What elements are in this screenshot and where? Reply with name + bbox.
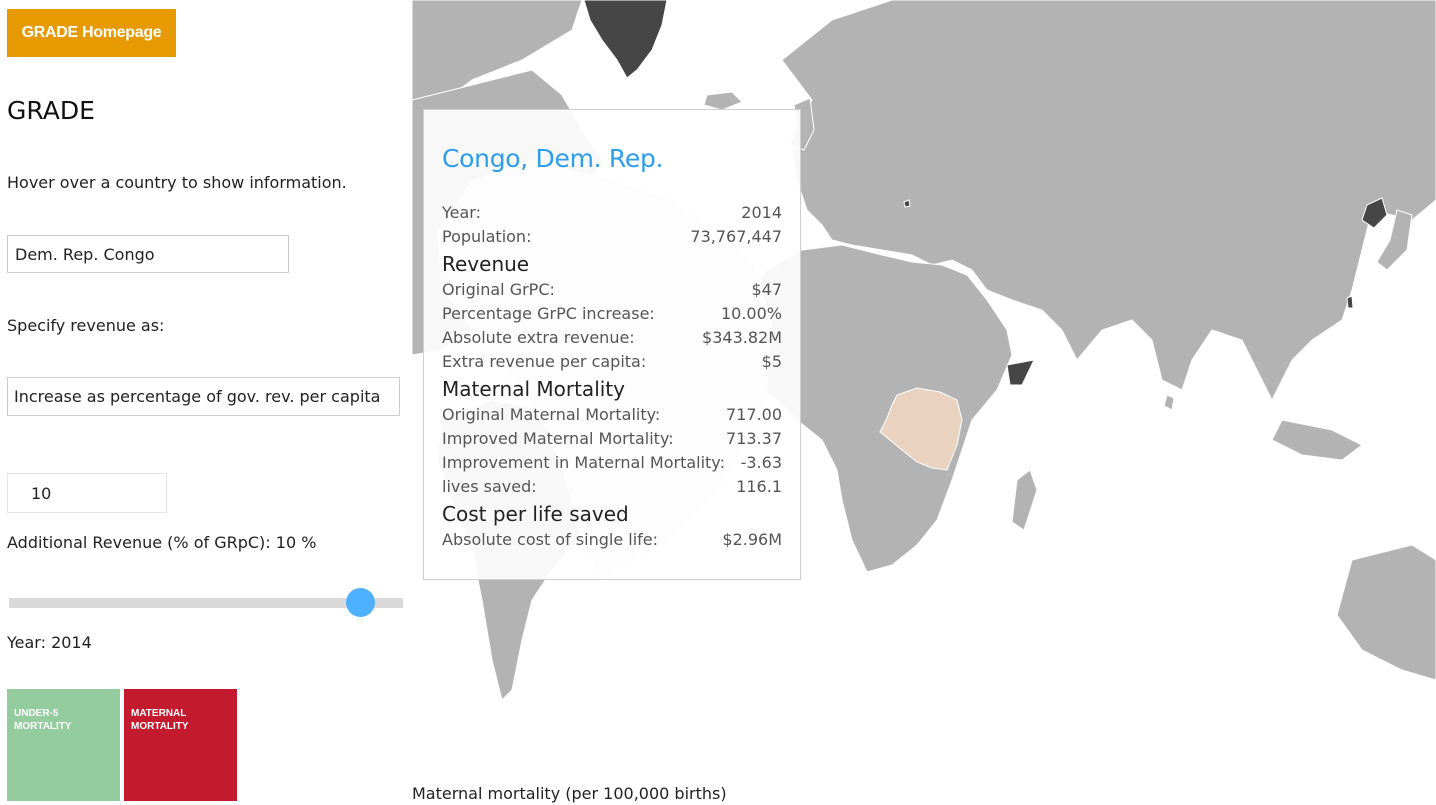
country-info-tooltip: Congo, Dem. Rep. Year: 2014 Population: …: [423, 109, 801, 580]
tooltip-row-value: 116.1: [736, 477, 782, 496]
tooltip-row-population: Population: 73,767,447: [442, 225, 782, 249]
page-title: GRADE: [7, 96, 95, 125]
grade-homepage-button[interactable]: GRADE Homepage: [7, 9, 176, 57]
maternal-mortality-tile[interactable]: MATERNAL MORTALITY: [124, 689, 237, 801]
tile-label-line: MATERNAL: [131, 708, 187, 719]
tooltip-country-title: Congo, Dem. Rep.: [442, 144, 664, 173]
tooltip-row-label: Year:: [442, 203, 481, 222]
tooltip-section-cost-per-life: Cost per life saved: [442, 502, 629, 526]
revenue-slider-track[interactable]: [9, 598, 403, 608]
country-iceland: [703, 91, 743, 111]
revenue-slider-thumb[interactable]: [346, 588, 375, 617]
country-indonesia: [1271, 419, 1363, 461]
tooltip-row-value: -3.63: [740, 453, 782, 472]
tile-label-line: UNDER-5: [14, 708, 59, 719]
year-label: Year: 2014: [7, 633, 92, 652]
tooltip-row-label: Extra revenue per capita:: [442, 352, 647, 371]
revenue-type-selected-value: Increase as percentage of gov. rev. per …: [14, 387, 381, 406]
tooltip-row-original-mortality: Original Maternal Mortality: 717.00: [442, 403, 782, 427]
tooltip-section-revenue: Revenue: [442, 252, 530, 276]
under5-mortality-tile[interactable]: UNDER-5 MORTALITY: [7, 689, 120, 801]
tooltip-row-value: 10.00%: [720, 304, 782, 323]
tooltip-row-label: Population:: [442, 227, 532, 246]
tooltip-row-label: Original GrPC:: [442, 280, 555, 299]
tooltip-row-year: Year: 2014: [442, 201, 782, 225]
tooltip-row-label: Absolute extra revenue:: [442, 328, 635, 347]
additional-revenue-label: Additional Revenue (% of GRpC): 10 %: [7, 533, 317, 552]
tooltip-row-label: Original Maternal Mortality:: [442, 405, 661, 424]
tooltip-row-label: Absolute cost of single life:: [442, 530, 659, 549]
tooltip-row-value: $343.82M: [702, 328, 782, 347]
tooltip-row-value: $47: [751, 280, 782, 299]
tooltip-row-value: 717.00: [726, 405, 782, 424]
tile-label-line: MORTALITY: [14, 721, 72, 732]
revenue-type-label: Specify revenue as:: [7, 316, 165, 335]
tooltip-row-value: $5: [761, 352, 782, 371]
tooltip-row-label: lives saved:: [442, 477, 537, 496]
tooltip-row-extra-revenue-per-capita: Extra revenue per capita: $5: [442, 350, 782, 374]
tooltip-section-maternal-mortality: Maternal Mortality: [442, 377, 625, 401]
tooltip-row-label: Percentage GrPC increase:: [442, 304, 655, 323]
tooltip-row-value: $2.96M: [722, 530, 782, 549]
tooltip-row-percentage-increase: Percentage GrPC increase: 10.00%: [442, 302, 782, 326]
revenue-type-select[interactable]: Increase as percentage of gov. rev. per …: [7, 377, 400, 416]
tooltip-row-improved-mortality: Improved Maternal Mortality: 713.37: [442, 427, 782, 451]
country-somalia: [1006, 359, 1035, 386]
tile-label-line: MORTALITY: [131, 721, 189, 732]
tooltip-row-improvement: Improvement in Maternal Mortality: -3.63: [442, 451, 782, 475]
country-madagascar: [1011, 469, 1038, 531]
map-legend-label: Maternal mortality (per 100,000 births): [412, 784, 727, 803]
country-sri-lanka: [1163, 394, 1175, 411]
tooltip-row-label: Improvement in Maternal Mortality:: [442, 453, 725, 472]
country-australia: [1336, 544, 1436, 681]
tooltip-row-value: 2014: [741, 203, 782, 222]
tooltip-row-value: 713.37: [726, 429, 782, 448]
sidebar: GRADE Homepage GRADE Hover over a countr…: [0, 0, 412, 805]
tooltip-row-label: Improved Maternal Mortality:: [442, 429, 674, 448]
country-search-input[interactable]: [7, 235, 289, 273]
tooltip-row-original-grpc: Original GrPC: $47: [442, 278, 782, 302]
tooltip-row-absolute-extra-revenue: Absolute extra revenue: $343.82M: [442, 326, 782, 350]
tooltip-row-absolute-cost: Absolute cost of single life: $2.96M: [442, 528, 782, 552]
tooltip-row-value: 73,767,447: [690, 227, 782, 246]
country-taiwan: [1346, 295, 1354, 309]
tooltip-row-lives-saved: lives saved: 116.1: [442, 475, 782, 499]
country-greenland: [583, 0, 668, 79]
hover-hint-text: Hover over a country to show information…: [7, 173, 347, 192]
revenue-amount-input[interactable]: [7, 473, 167, 513]
